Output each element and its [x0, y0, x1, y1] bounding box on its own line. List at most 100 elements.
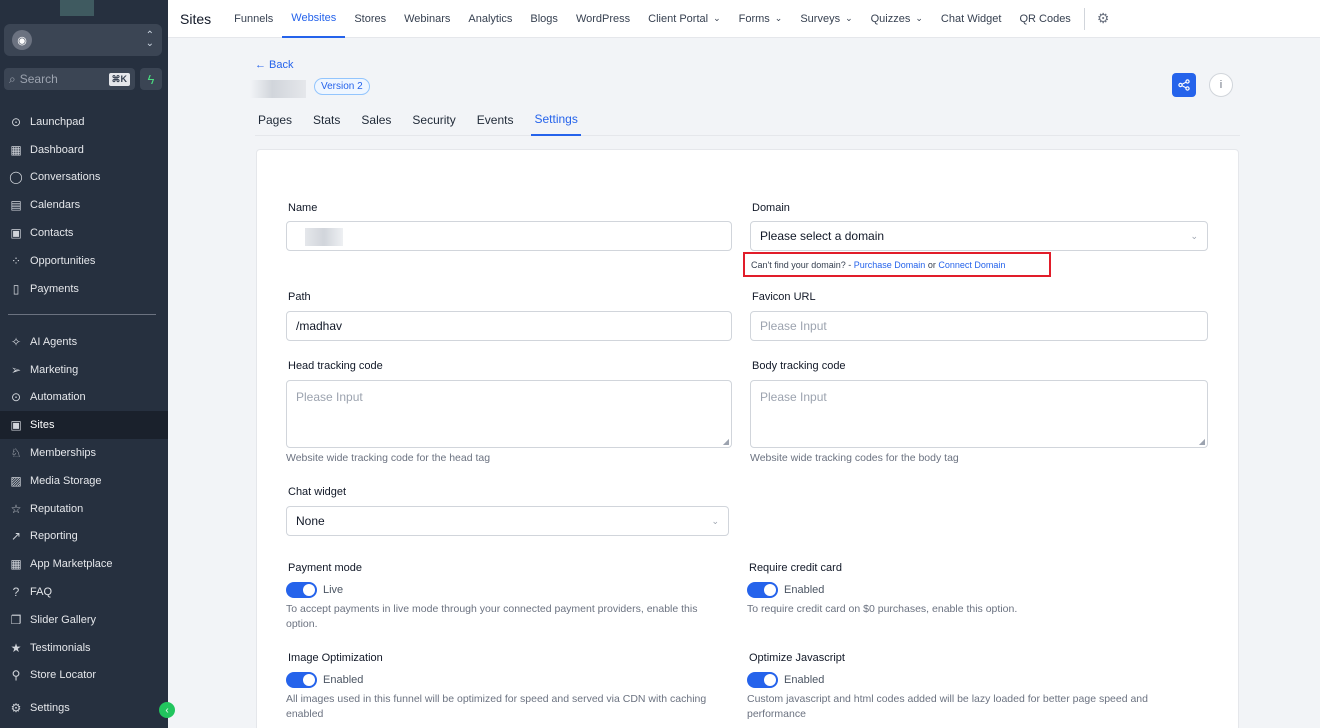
topnav-label: Forms: [738, 12, 770, 25]
back-link[interactable]: ← Back: [255, 59, 294, 71]
domain-select-value: Please select a domain: [760, 229, 885, 243]
settings-gear-icon[interactable]: ⚙: [1091, 10, 1116, 27]
topnav-webinars[interactable]: Webinars: [395, 0, 459, 38]
sidebar-item-faq[interactable]: ? FAQ: [0, 578, 168, 606]
tab-events[interactable]: Events: [474, 104, 524, 136]
tab-settings[interactable]: Settings: [531, 104, 581, 136]
star-icon: ☆: [10, 501, 22, 516]
topnav-client-portal[interactable]: Client Portal ⌄: [639, 0, 729, 38]
share-button[interactable]: [1172, 73, 1196, 97]
resize-handle-icon[interactable]: ◢: [723, 437, 729, 446]
topnav-analytics[interactable]: Analytics: [459, 0, 521, 38]
tab-security[interactable]: Security: [409, 104, 465, 136]
body-tracking-textarea[interactable]: Please Input ◢: [750, 380, 1208, 448]
sidebar-item-contacts[interactable]: ▣ Contacts: [0, 219, 168, 247]
sidebar-item-calendars[interactable]: ▤ Calendars: [0, 191, 168, 219]
send-icon: ➢: [10, 362, 22, 377]
sidebar-item-opportunities[interactable]: ⁘ Opportunities: [0, 247, 168, 275]
sidebar-item-marketing[interactable]: ➢ Marketing: [0, 356, 168, 384]
account-switcher[interactable]: ◉ ⌃ ⌄: [4, 24, 405, 270]
topnav-stores[interactable]: Stores: [345, 0, 395, 38]
resize-handle-icon[interactable]: ◢: [1199, 437, 1205, 446]
info-icon[interactable]: i: [1209, 73, 1233, 97]
sidebar-item-dashboard[interactable]: ▦ Dashboard: [0, 136, 168, 164]
path-field[interactable]: /madhav: [286, 311, 732, 341]
logo-image: [60, 0, 94, 16]
name-field[interactable]: [286, 221, 732, 251]
topnav-funnels[interactable]: Funnels: [225, 0, 282, 38]
memberships-icon: ♘: [10, 446, 22, 461]
chat-widget-select[interactable]: None ⌄: [286, 506, 729, 536]
topnav-blogs[interactable]: Blogs: [521, 0, 567, 38]
payment-mode-label: Payment mode: [288, 562, 362, 574]
payment-mode-toggle[interactable]: [286, 582, 317, 598]
payment-mode-state: Live: [323, 584, 344, 596]
domain-select[interactable]: Please select a domain ⌄: [750, 221, 1208, 251]
topnav-websites[interactable]: Websites: [282, 0, 346, 38]
tab-stats[interactable]: Stats: [310, 104, 350, 136]
tab-pages[interactable]: Pages: [255, 104, 302, 136]
topnav-surveys[interactable]: Surveys ⌄: [791, 0, 861, 38]
credit-card-help: To require credit card on $0 purchases, …: [747, 603, 1018, 615]
path-value: /madhav: [296, 319, 343, 333]
sidebar-item-conversations[interactable]: ◯ Conversations: [0, 164, 168, 192]
optimize-js-help: Custom javascript and html codes added w…: [747, 693, 1148, 720]
sidebar-item-sites[interactable]: ▣ Sites: [0, 411, 168, 440]
topnav-qr-codes[interactable]: QR Codes: [1010, 0, 1079, 38]
sidebar-item-reputation[interactable]: ☆ Reputation: [0, 495, 168, 523]
sidebar-item-slider-gallery[interactable]: ❐ Slider Gallery: [0, 606, 168, 634]
sidebar-item-label: Contacts: [30, 227, 74, 240]
image-optimization-help: All images used in this funnel will be o…: [286, 693, 707, 720]
optimize-js-label: Optimize Javascript: [749, 652, 845, 664]
contacts-icon: ▣: [10, 226, 22, 241]
sidebar-item-label: Dashboard: [30, 143, 84, 156]
topnav-chat-widget[interactable]: Chat Widget: [932, 0, 1011, 38]
sidebar-item-launchpad[interactable]: ⊙ Launchpad: [0, 108, 168, 136]
sidebar-nav-settings: ⚙ Settings: [0, 694, 168, 722]
sidebar-item-app-marketplace[interactable]: ▦ App Marketplace: [0, 550, 168, 578]
purchase-domain-link[interactable]: Purchase Domain: [854, 260, 926, 270]
sidebar-item-reporting[interactable]: ↗ Reporting: [0, 523, 168, 551]
sidebar-item-label: Store Locator: [30, 669, 97, 682]
topnav-label: Funnels: [234, 12, 274, 25]
image-optimization-toggle[interactable]: [286, 672, 317, 688]
topnav-label: WordPress: [575, 12, 631, 25]
image-optimization-state: Enabled: [323, 674, 364, 686]
favicon-field[interactable]: Please Input: [750, 311, 1208, 341]
topnav-forms[interactable]: Forms ⌄: [730, 0, 792, 38]
sidebar-item-automation[interactable]: ⊙ Automation: [0, 384, 168, 412]
top-nav-items: Funnels Websites Stores Webinars Analytics Bl…: [225, 0, 1080, 38]
sidebar-item-media-storage[interactable]: ▨ Media Storage: [0, 467, 168, 495]
topnav-quizzes[interactable]: Quizzes ⌄: [862, 0, 932, 38]
sidebar-item-memberships[interactable]: ♘ Memberships: [0, 439, 168, 467]
sidebar-item-label: Payments: [30, 282, 79, 295]
name-label: Name: [288, 202, 318, 214]
collapse-sidebar-button[interactable]: ‹: [159, 702, 175, 718]
topnav-wordpress[interactable]: WordPress: [567, 0, 639, 38]
topnav-label: Stores: [354, 12, 387, 25]
optimize-js-toggle[interactable]: [747, 672, 778, 688]
quick-action-bolt-icon[interactable]: ϟ: [140, 68, 162, 90]
sidebar-item-label: Launchpad: [30, 115, 85, 128]
domain-hint-text: Can't find your domain? -: [751, 259, 854, 270]
sidebar-item-store-locator[interactable]: ⚲ Store Locator: [0, 662, 168, 690]
domain-hint-or: or: [925, 259, 939, 270]
search-shortcut: ⌘K: [108, 72, 130, 86]
sidebar-item-testimonials[interactable]: ★ Testimonials: [0, 634, 168, 662]
image-optimization-label: Image Optimization: [288, 652, 383, 664]
sidebar-item-label: Sites: [30, 419, 55, 432]
tab-sales[interactable]: Sales: [358, 104, 401, 136]
sidebar-item-settings[interactable]: ⚙ Settings: [0, 694, 168, 722]
sidebar-item-payments[interactable]: ▯ Payments: [0, 275, 168, 303]
connect-domain-link[interactable]: Connect Domain: [938, 260, 1005, 270]
chevron-updown-icon: ⌃ ⌄: [145, 30, 154, 49]
sidebar-search[interactable]: ⌕ Search ⌘K: [4, 68, 135, 90]
head-tracking-textarea[interactable]: Please Input ◢: [286, 380, 732, 448]
sidebar-nav-primary: ⊙ Launchpad ▦ Dashboard ◯ Conversations ▤ Calen…: [0, 108, 168, 303]
sidebar-item-label: Memberships: [30, 447, 97, 460]
website-title-redacted: [250, 80, 306, 98]
sidebar-item-ai-agents[interactable]: ✧ AI Agents: [0, 328, 168, 356]
credit-card-toggle[interactable]: [747, 582, 778, 598]
path-label: Path: [288, 291, 311, 303]
chevron-down-icon: ⌄: [711, 515, 719, 526]
